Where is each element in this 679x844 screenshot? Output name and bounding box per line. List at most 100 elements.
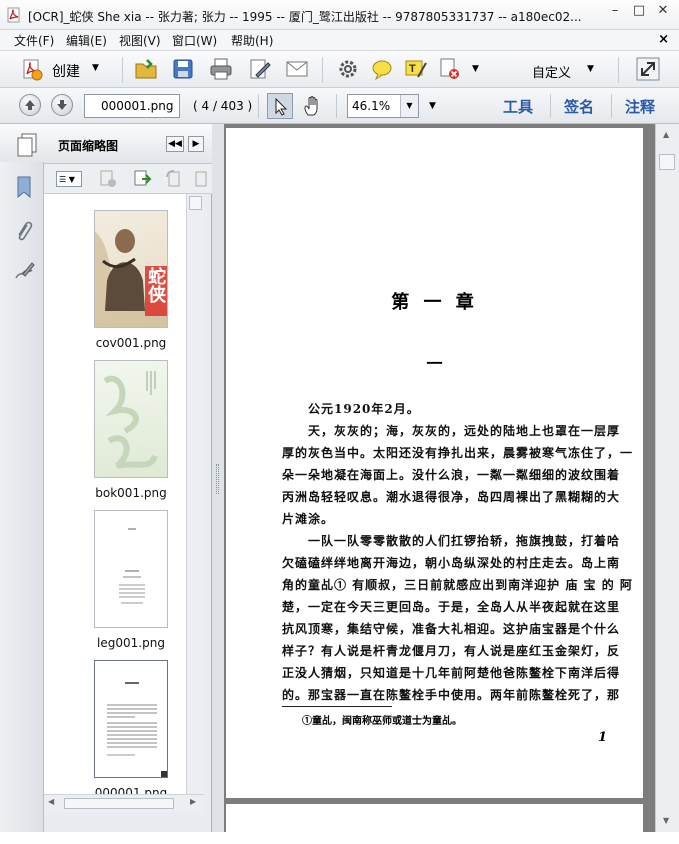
svg-text:T: T xyxy=(409,63,416,75)
chevron-down-icon[interactable]: ▼ xyxy=(429,101,436,111)
thumbnail-scrollbar[interactable] xyxy=(186,194,204,794)
edit-document-icon[interactable] xyxy=(248,57,272,81)
next-document-page xyxy=(226,804,643,844)
scroll-thumb[interactable] xyxy=(189,196,202,210)
maximize-icon[interactable]: □ xyxy=(632,4,646,18)
menu-edit[interactable]: 编辑(E) xyxy=(66,32,107,49)
menu-view[interactable]: 视图(V) xyxy=(119,32,161,49)
document-viewport[interactable]: 第 一 章 一 公元1920年2月。 天，灰灰的；海，灰灰的，远处的陆地上也罩在… xyxy=(224,124,655,844)
page-properties-icon[interactable] xyxy=(194,169,208,189)
delete-page-icon[interactable] xyxy=(98,169,118,189)
thumbnail-options-button[interactable]: ☰ ▼ xyxy=(56,171,82,187)
next-page-button[interactable] xyxy=(51,94,73,116)
close-document-icon[interactable]: × xyxy=(658,32,669,47)
double-chevron-left-icon: ◀◀ xyxy=(168,139,182,149)
paragraph-line: 一队一队零零散散的人们扛锣抬轿，拖旗拽鼓，打着哈 xyxy=(308,534,621,548)
print-icon[interactable] xyxy=(209,57,233,81)
sign-pane-button[interactable]: 签名 xyxy=(564,96,594,117)
save-icon[interactable] xyxy=(171,57,195,81)
paragraph-line: 厚的灰色当中。太阳还没有挣扎出来，晨雾被寒气冻住了，一 xyxy=(282,446,634,460)
chevron-down-icon[interactable]: ▼ xyxy=(472,64,479,74)
create-button[interactable]: 创建 ▼ xyxy=(20,57,112,83)
close-window-icon[interactable]: ✕ xyxy=(656,4,670,18)
scroll-thumb[interactable] xyxy=(64,798,174,809)
chapter-title: 第 一 章 xyxy=(391,292,478,313)
select-tool-button[interactable] xyxy=(267,93,293,119)
arrow-up-icon[interactable]: ▲ xyxy=(663,130,669,139)
list-menu-icon: ☰ ▼ xyxy=(59,175,75,184)
arrow-right-icon[interactable]: ▶ xyxy=(190,797,196,806)
navigation-toolbar: 000001.png ( 4 / 403 ) 46.1% ▼ ▼ 工具 签名 注… xyxy=(0,88,679,124)
open-folder-icon[interactable] xyxy=(134,57,158,81)
thumbnail-horizontal-scrollbar[interactable]: ◀ ▶ xyxy=(44,794,204,812)
chevron-down-icon[interactable]: ▼ xyxy=(587,64,594,74)
minimize-icon[interactable]: – xyxy=(608,4,622,18)
previous-page-button[interactable] xyxy=(19,94,41,116)
toolbar-divider xyxy=(336,94,337,118)
footnote: ①童乩，闽南称巫师或道士为童乩。 xyxy=(302,716,462,727)
arrow-up-icon xyxy=(25,100,35,110)
panel-options-button[interactable]: ▶ xyxy=(188,136,204,152)
section-mark: 一 xyxy=(426,354,443,373)
toolbar-divider xyxy=(322,57,323,83)
arrow-left-icon[interactable]: ◀ xyxy=(48,797,54,806)
thumbnail-current-page[interactable] xyxy=(94,660,168,778)
create-pdf-icon xyxy=(23,59,43,81)
signature-pen-icon[interactable] xyxy=(13,260,35,282)
thumbnail-cover[interactable]: 蛇侠 xyxy=(94,210,168,328)
gear-icon[interactable] xyxy=(336,57,360,81)
scroll-thumb[interactable] xyxy=(659,154,675,170)
collapse-panel-button[interactable]: ◀◀ xyxy=(166,136,184,152)
paragraph-line: 楚，一定在今天三更回岛。于是，全岛人从半夜起就在这里 xyxy=(282,600,621,614)
document-scrollbar[interactable]: ▲ ▼ xyxy=(655,124,679,832)
toolbar-divider xyxy=(618,57,619,83)
insert-page-icon[interactable] xyxy=(132,169,152,189)
document-page: 第 一 章 一 公元1920年2月。 天，灰灰的；海，灰灰的，远处的陆地上也罩在… xyxy=(226,128,643,798)
thumbnail-book-page[interactable] xyxy=(94,360,168,478)
thumbnail-label: cov001.png xyxy=(95,336,167,350)
arrow-down-icon[interactable]: ▼ xyxy=(663,816,669,825)
thumbnail-list: 蛇侠 cov001.png bok001.png leg001.png 0000… xyxy=(44,194,186,800)
navigation-panel: 页面缩略图 ◀◀ ▶ ☰ ▼ 蛇侠 cov001.png bok001.png … xyxy=(0,124,212,832)
customize-label[interactable]: 自定义 xyxy=(532,62,571,81)
arrow-down-icon xyxy=(57,100,67,110)
cover-title-chars: 蛇侠 xyxy=(145,267,166,303)
splitter-grip[interactable] xyxy=(216,464,219,494)
paragraph-line: 片滩涂。 xyxy=(282,512,335,526)
tools-pane-button[interactable]: 工具 xyxy=(503,96,533,117)
paragraph-line: 天，灰灰的；海，灰灰的，远处的陆地上也罩在一层厚 xyxy=(308,424,621,438)
menu-window[interactable]: 窗口(W) xyxy=(172,32,217,49)
thumbnail-legal-page[interactable] xyxy=(94,510,168,628)
highlight-text-icon[interactable]: T xyxy=(404,57,428,81)
page-number: 1 xyxy=(598,730,608,745)
chevron-down-icon[interactable]: ▼ xyxy=(400,95,418,117)
comment-bubble-icon[interactable] xyxy=(370,57,394,81)
comment-pane-button[interactable]: 注释 xyxy=(625,96,655,117)
fullscreen-expand-icon[interactable] xyxy=(636,57,660,81)
faded-calligraphy-art xyxy=(103,371,158,469)
page-thumbnails-icon[interactable] xyxy=(16,133,38,157)
menu-file[interactable]: 文件(F) xyxy=(14,32,54,49)
paperclip-icon[interactable] xyxy=(14,220,34,244)
page-number-input[interactable]: 000001.png xyxy=(84,94,180,118)
bookmark-icon[interactable] xyxy=(16,176,32,198)
paragraph-line: 欠磕磕绊绊地离开海边，朝小岛纵深处的村庄走去。岛上南 xyxy=(282,556,621,570)
chapter-page-text-preview xyxy=(107,682,157,756)
thumbnail-resize-handle[interactable] xyxy=(161,771,167,777)
email-icon[interactable] xyxy=(285,57,309,81)
rotate-page-icon[interactable] xyxy=(164,169,184,189)
paragraph-line: 抗风顶寒，集结守候，准备大礼相迎。这护庙宝器是个什么 xyxy=(282,622,621,636)
remove-document-icon[interactable] xyxy=(438,57,462,81)
paragraph-line: 正没人猜烟，只知道是十几年前阿楚他爸陈鳌栓下南洋后得 xyxy=(282,666,621,680)
cursor-arrow-icon xyxy=(275,98,288,116)
hand-tool-icon[interactable] xyxy=(302,95,324,117)
panel-splitter[interactable] xyxy=(212,124,224,832)
menu-help[interactable]: 帮助(H) xyxy=(231,32,273,49)
zoom-select[interactable]: 46.1% ▼ xyxy=(347,94,419,118)
thumbnail-label: leg001.png xyxy=(97,636,165,650)
paragraph-line: 丙洲岛轻轻叹息。潮水退得很净，岛四周裸出了黑糊糊的大 xyxy=(282,490,621,504)
page-count: ( 4 / 403 ) xyxy=(193,99,253,113)
paragraph-line: 样子？有人说是杆青龙偃月刀，有人说是座红玉金架灯，反 xyxy=(282,644,621,658)
panel-tabs-strip xyxy=(0,162,44,832)
paragraph-line: 朵一朵地凝在海面上。没什么浪，一粼一粼细细的波纹围着 xyxy=(282,468,621,482)
